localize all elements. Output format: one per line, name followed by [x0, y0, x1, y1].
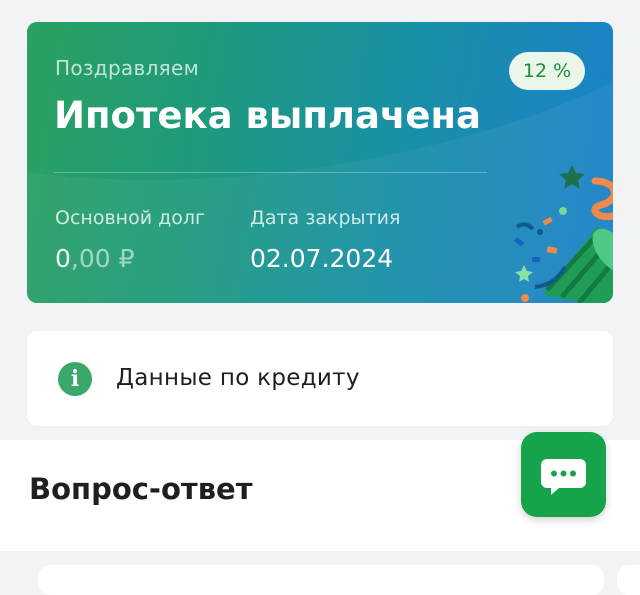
- debt-currency: ₽: [110, 244, 135, 273]
- principal-debt-label: Основной долг: [55, 207, 205, 229]
- close-date-label: Дата закрытия: [250, 207, 401, 229]
- faq-item[interactable]: [38, 565, 604, 595]
- info-icon: i: [58, 362, 92, 396]
- principal-debt-value: 0,00 ₽: [55, 244, 135, 273]
- credit-details-item[interactable]: i Данные по кредиту: [27, 331, 613, 426]
- credit-details-label: Данные по кредиту: [116, 365, 360, 391]
- party-popper-icon: [514, 165, 613, 303]
- rate-badge: 12 %: [509, 52, 585, 90]
- debt-dec: ,00: [70, 244, 111, 273]
- chat-button[interactable]: [521, 432, 606, 517]
- faq-item[interactable]: [617, 565, 640, 595]
- card-divider: [54, 172, 487, 173]
- close-date-value: 02.07.2024: [250, 244, 394, 273]
- chat-icon: [541, 459, 586, 495]
- faq-title: Вопрос-ответ: [29, 472, 253, 506]
- debt-int: 0: [55, 244, 71, 273]
- mortgage-status-card: Поздравляем Ипотека выплачена 12 % Основ…: [27, 22, 613, 303]
- card-title: Ипотека выплачена: [54, 94, 481, 137]
- congrats-label: Поздравляем: [55, 56, 199, 80]
